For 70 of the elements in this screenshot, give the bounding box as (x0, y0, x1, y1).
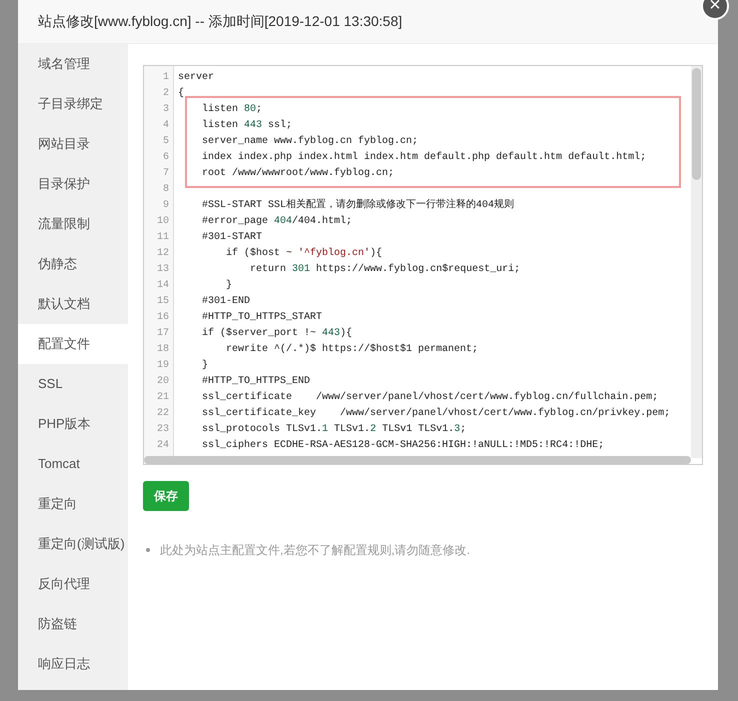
code-line: rewrite ^(/.*)$ https://$host$1 permanent; (225, 342, 478, 357)
sidebar-item[interactable]: 防盗链 (18, 604, 128, 644)
line-number: 12 (156, 247, 170, 261)
bullet-icon (146, 548, 150, 552)
line-number: 24 (156, 439, 170, 453)
line-number: 22 (156, 407, 170, 421)
sidebar-item[interactable]: Tomcat (18, 444, 128, 484)
sidebar-item[interactable]: 响应日志 (18, 644, 128, 684)
line-number: 11 (156, 231, 170, 245)
sidebar-item[interactable]: 子目录绑定 (18, 84, 128, 124)
code-line: index index.php index.html index.htm default.php default.htm default.html; (201, 150, 646, 165)
code-line: } (201, 358, 208, 373)
line-number: 21 (156, 391, 170, 405)
line-number: 17 (156, 327, 170, 341)
code-line: #HTTP_TO_HTTPS_END (201, 375, 310, 389)
code-line: #301-START (201, 231, 262, 245)
line-number: 3 (162, 103, 170, 117)
line-number: 8 (162, 183, 170, 197)
code-line: listen 80; (201, 102, 262, 117)
code-line: ssl_ciphers ECDHE-RSA-AES128-GCM-SHA256:HIGH:!aNULL:!MD5:!RC4:!DHE; (201, 438, 604, 453)
code-line: { (178, 86, 184, 101)
line-number: 10 (156, 215, 170, 229)
sidebar-item[interactable]: 域名管理 (18, 44, 128, 84)
sidebar-item[interactable]: 网站目录 (18, 124, 128, 164)
sidebar-item[interactable]: SSL (18, 364, 128, 404)
sidebar-item[interactable]: 反向代理 (18, 564, 128, 604)
code-line: ssl_certificate_key /www/server/panel/vhost/cert/www.fyblog.cn/privkey.pem; (201, 406, 670, 421)
line-number: 16 (156, 311, 170, 325)
code-line: return 301 https://www.fyblog.cn$request_uri; (249, 262, 520, 277)
code-line: #HTTP_TO_HTTPS_START (201, 311, 322, 325)
code-line: ssl_certificate /www/server/panel/vhost/cert/www.fyblog.cn/fullchain.pem; (201, 390, 658, 405)
sidebar-item[interactable]: 配置文件 (18, 324, 128, 364)
line-number: 15 (156, 295, 170, 309)
line-number: 7 (162, 167, 170, 181)
line-number: 9 (162, 199, 170, 213)
line-number: 14 (156, 279, 170, 293)
sidebar-item[interactable]: 重定向(测试版) (18, 524, 128, 564)
note-text: 此处为站点主配置文件,若您不了解配置规则,请勿随意修改. (160, 542, 470, 559)
sidebar-item[interactable]: 重定向 (18, 484, 128, 524)
line-number: 2 (162, 87, 170, 101)
horizontal-scrollbar[interactable] (144, 456, 691, 464)
sidebar-item[interactable]: 伪静态 (18, 244, 128, 284)
line-number: 23 (156, 423, 170, 437)
code-line: if ($host ~ '^fyblog.cn'){ (225, 246, 382, 261)
line-number: 18 (156, 343, 170, 357)
line-number: 1 (162, 71, 170, 85)
sidebar-item[interactable]: 流量限制 (18, 204, 128, 244)
vertical-scrollbar[interactable] (691, 66, 702, 458)
close-button[interactable]: × (701, 0, 729, 20)
scrollbar-thumb[interactable] (692, 68, 701, 180)
code-line: #SSL-START SSL相关配置，请勿删除或修改下一行带注释的404规则 (201, 198, 514, 213)
sidebar-item[interactable]: 默认文档 (18, 284, 128, 324)
code-line: if ($server_port !~ 443){ (201, 326, 352, 341)
code-line: root /www/wwwroot/www.fyblog.cn; (201, 166, 394, 181)
code-line: } (225, 278, 232, 293)
line-number: 20 (156, 375, 170, 389)
line-number: 6 (162, 151, 170, 165)
code-line: ssl_protocols TLSv1.1 TLSv1.2 TLSv1 TLSv1.3; (201, 422, 466, 437)
line-number: 5 (162, 135, 170, 149)
sidebar-item[interactable]: 目录保护 (18, 164, 128, 204)
code-line: #301-END (201, 295, 250, 309)
code-line: server (178, 71, 214, 85)
line-number: 4 (162, 119, 170, 133)
line-number: 19 (156, 359, 170, 373)
sidebar-item[interactable]: PHP版本 (18, 404, 128, 444)
line-number: 13 (156, 263, 170, 277)
code-line: server_name www.fyblog.cn fyblog.cn; (201, 134, 418, 149)
code-line: #error_page 404/404.html; (201, 214, 352, 229)
code-editor[interactable] (143, 65, 703, 465)
code-line: listen 443 ssl; (201, 118, 292, 133)
